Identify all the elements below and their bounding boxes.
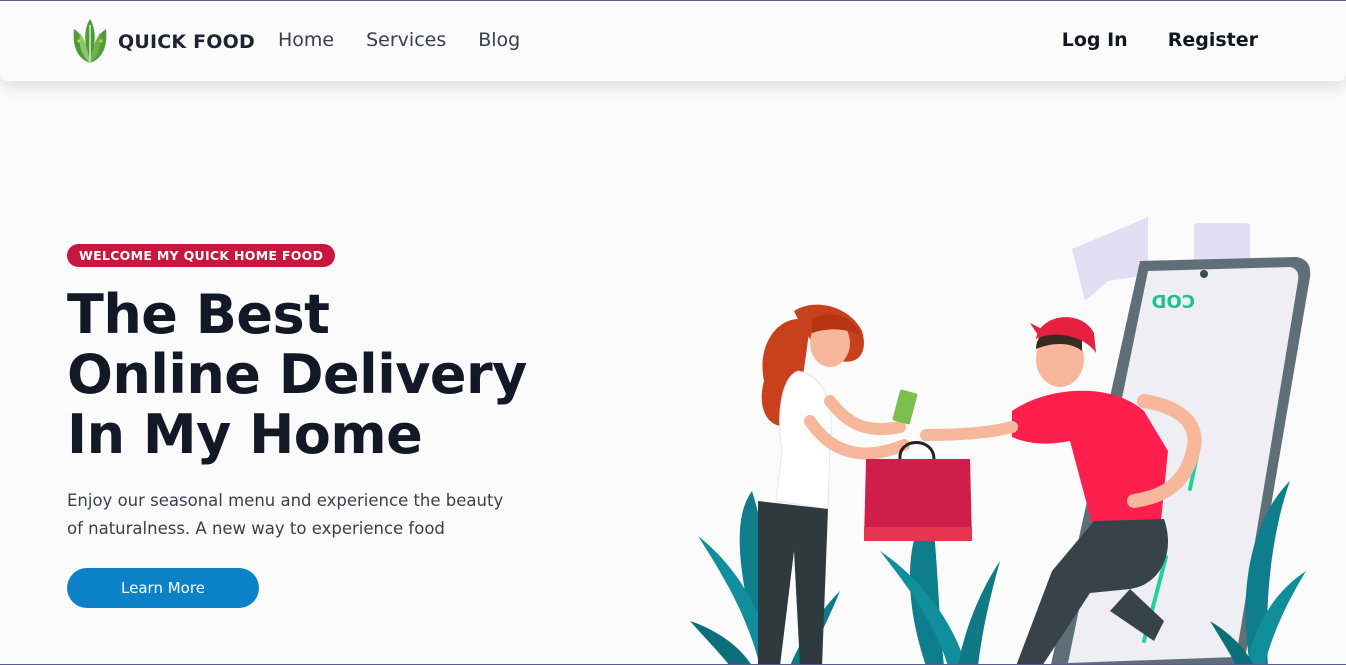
phone-screen-text: COD	[1152, 290, 1195, 311]
hero-description: Enjoy our seasonal menu and experience t…	[67, 491, 504, 538]
brand-name: QUICK FOOD	[118, 31, 255, 53]
hero-content: WELCOME MY QUICK HOME FOOD The Best Onli…	[67, 244, 627, 608]
nav-link-services[interactable]: Services	[366, 29, 446, 51]
main-nav: Home Services Blog	[278, 29, 520, 51]
learn-more-button[interactable]: Learn More	[67, 568, 259, 608]
brand[interactable]: QUICK FOOD	[70, 19, 255, 65]
register-link[interactable]: Register	[1168, 29, 1258, 51]
phone-camera-icon	[1200, 270, 1208, 278]
nav-link-blog[interactable]: Blog	[478, 29, 520, 51]
login-link[interactable]: Log In	[1062, 29, 1128, 51]
nav-link-home[interactable]: Home	[278, 29, 334, 51]
welcome-badge: WELCOME MY QUICK HOME FOOD	[67, 244, 336, 267]
delivery-illustration: COD	[690, 217, 1311, 664]
navbar: QUICK FOOD Home Services Blog Log In Reg…	[0, 1, 1346, 81]
leaf-logo-icon	[73, 19, 107, 63]
hero-title: The Best Online Delivery In My Home	[67, 283, 527, 466]
page: QUICK FOOD Home Services Blog Log In Reg…	[0, 0, 1346, 665]
auth-links: Log In Register	[1062, 29, 1258, 51]
